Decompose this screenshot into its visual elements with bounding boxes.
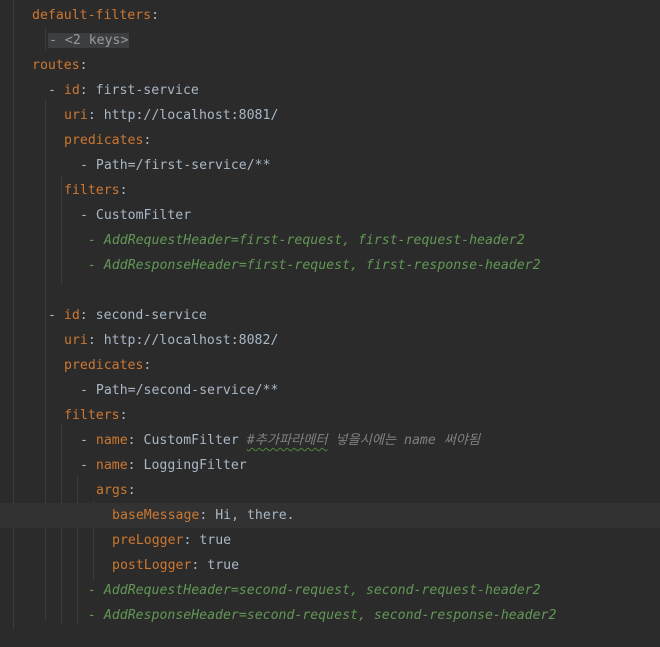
- code-editor[interactable]: default-filters: - <2 keys> routes: - id: f…: [0, 0, 660, 647]
- code-line[interactable]: - name: CustomFilter #추가파라메터 넣을시에는 name …: [0, 428, 660, 453]
- code-text: :: [143, 133, 152, 148]
- yaml-key: name: [95, 458, 128, 473]
- disabled-filter-text: - AddResponseHeader=second-request, seco…: [88, 608, 557, 623]
- yaml-key: uri: [64, 333, 88, 348]
- code-line[interactable]: - AddRequestHeader=second-request, secon…: [0, 578, 660, 603]
- code-line[interactable]: predicates:: [0, 353, 660, 378]
- code-text: - CustomFilter: [80, 208, 192, 223]
- yaml-key: id: [63, 83, 80, 98]
- yaml-key: name: [95, 433, 128, 448]
- code-text: :: [151, 8, 160, 23]
- code-text: -: [48, 308, 64, 323]
- code-text: : http://localhost:8082/: [87, 333, 279, 348]
- code-line[interactable]: uri: http://localhost:8082/: [0, 328, 660, 353]
- code-text: - Path=/second-service/**: [80, 383, 279, 398]
- code-line[interactable]: predicates:: [0, 128, 660, 153]
- code-line[interactable]: - AddResponseHeader=first-request, first…: [0, 253, 660, 278]
- yaml-key: predicates: [64, 133, 144, 148]
- code-text: : LoggingFilter: [127, 458, 247, 473]
- yaml-key: preLogger: [112, 533, 184, 548]
- code-text: :: [79, 58, 88, 73]
- disabled-filter-text: - AddResponseHeader=first-request, first…: [88, 258, 541, 273]
- comment-text: #추가파라메터: [246, 433, 328, 448]
- code-line[interactable]: preLogger: true: [0, 528, 660, 553]
- code-line[interactable]: routes:: [0, 53, 660, 78]
- code-text: :: [119, 408, 128, 423]
- code-line[interactable]: args:: [0, 478, 660, 503]
- code-text: :: [127, 483, 136, 498]
- code-text: -: [48, 83, 64, 98]
- code-line[interactable]: - Path=/second-service/**: [0, 378, 660, 403]
- code-line[interactable]: - id: first-service: [0, 78, 660, 103]
- folded-region[interactable]: - <2 keys>: [48, 33, 130, 48]
- disabled-filter-text: - AddRequestHeader=second-request, secon…: [88, 583, 541, 598]
- code-line[interactable]: - id: second-service: [0, 303, 660, 328]
- yaml-key: id: [63, 308, 80, 323]
- yaml-key: args: [96, 483, 128, 498]
- yaml-key: predicates: [64, 358, 144, 373]
- code-line[interactable]: - name: LoggingFilter: [0, 453, 660, 478]
- yaml-key: filters: [64, 408, 120, 423]
- code-line[interactable]: [0, 278, 660, 303]
- code-text: - Path=/first-service/**: [80, 158, 271, 173]
- code-line[interactable]: - CustomFilter: [0, 203, 660, 228]
- code-text: : CustomFilter: [127, 433, 247, 448]
- code-line[interactable]: filters:: [0, 403, 660, 428]
- yaml-key: default-filters: [32, 8, 152, 23]
- code-text: :: [143, 358, 152, 373]
- code-line[interactable]: uri: http://localhost:8081/: [0, 103, 660, 128]
- comment-text: 넣을시에는 name 써야됨: [327, 433, 481, 448]
- code-text: : true: [183, 533, 232, 548]
- yaml-key: filters: [64, 183, 120, 198]
- code-text: : first-service: [79, 83, 199, 98]
- code-line[interactable]: - AddResponseHeader=second-request, seco…: [0, 603, 660, 628]
- yaml-key: postLogger: [112, 558, 192, 573]
- code-line[interactable]: default-filters:: [0, 3, 660, 28]
- yaml-key: routes: [32, 58, 80, 73]
- code-text: -: [80, 458, 96, 473]
- code-text: -: [80, 433, 96, 448]
- yaml-key: uri: [64, 108, 88, 123]
- code-line[interactable]: - AddRequestHeader=first-request, first-…: [0, 228, 660, 253]
- code-line[interactable]: postLogger: true: [0, 553, 660, 578]
- code-line[interactable]: filters:: [0, 178, 660, 203]
- disabled-filter-text: - AddRequestHeader=first-request, first-…: [88, 233, 525, 248]
- code-line[interactable]: baseMessage: Hi, there.: [0, 503, 660, 528]
- code-line[interactable]: - <2 keys>: [0, 28, 660, 53]
- code-text: : http://localhost:8081/: [87, 108, 279, 123]
- code-text: : Hi, there.: [199, 508, 295, 523]
- code-text: :: [119, 183, 128, 198]
- code-line[interactable]: - Path=/first-service/**: [0, 153, 660, 178]
- code-text: : true: [191, 558, 240, 573]
- yaml-key: baseMessage: [112, 508, 200, 523]
- code-text: : second-service: [79, 308, 207, 323]
